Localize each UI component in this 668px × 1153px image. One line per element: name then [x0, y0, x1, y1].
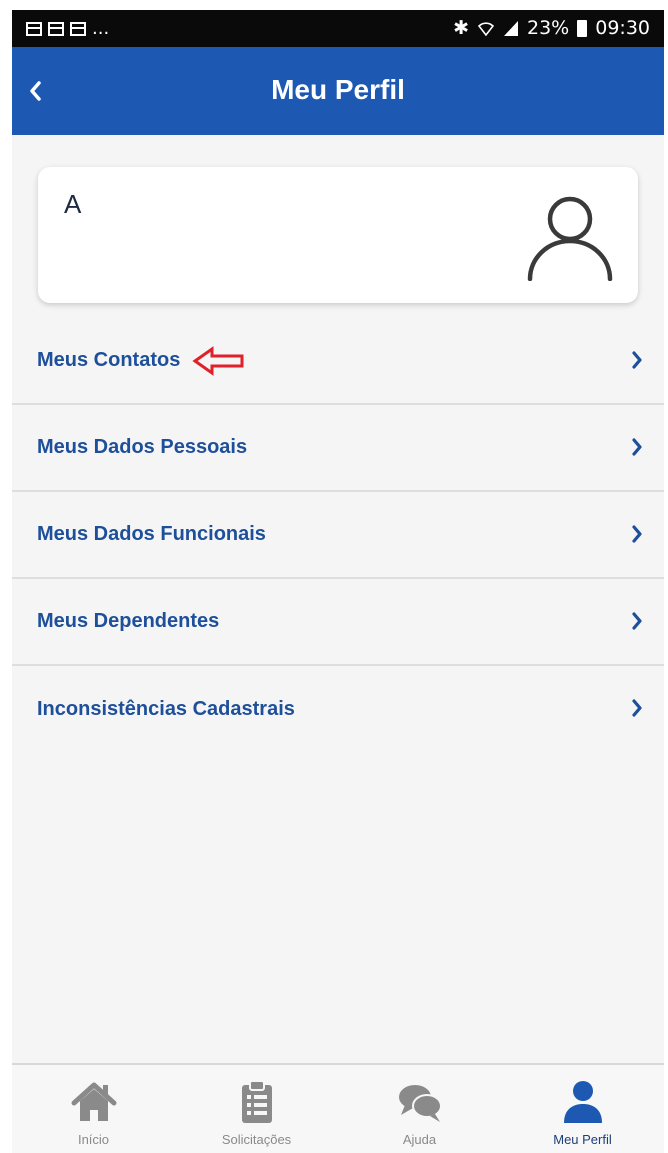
profile-menu: Meus Contatos Meus Dados Pessoais Meus D… — [12, 318, 664, 753]
tab-solicitacoes[interactable]: Solicitações — [175, 1065, 338, 1153]
page-title: Meu Perfil — [271, 74, 405, 105]
tab-label: Solicitações — [221, 1132, 292, 1147]
notification-icon — [48, 21, 64, 36]
red-arrow-annotation-icon — [192, 345, 244, 376]
tab-ajuda[interactable]: Ajuda — [338, 1065, 501, 1153]
menu-item-label: Inconsistências Cadastrais — [37, 698, 295, 720]
profile-name: A — [64, 189, 82, 219]
tab-meu-perfil[interactable]: Meu Perfil — [501, 1065, 664, 1153]
notification-icon — [26, 21, 42, 36]
chevron-right-icon — [632, 351, 642, 369]
battery-icon — [577, 19, 588, 37]
menu-item-label: Meus Contatos — [37, 349, 181, 371]
bluetooth-icon: ✱ — [453, 17, 469, 39]
tab-inicio[interactable]: Início — [12, 1065, 175, 1153]
menu-item-meus-dependentes[interactable]: Meus Dependentes — [12, 579, 664, 666]
menu-item-meus-dados-funcionais[interactable]: Meus Dados Funcionais — [12, 492, 664, 579]
tab-label: Início — [77, 1132, 110, 1147]
app-header: Meu Perfil — [12, 47, 664, 135]
status-bar: ... ✱ 23% 09:30 — [12, 10, 664, 47]
menu-item-label: Meus Dados Funcionais — [37, 523, 266, 545]
clock: 09:30 — [595, 17, 650, 39]
menu-item-meus-contatos[interactable]: Meus Contatos — [12, 318, 664, 405]
menu-item-inconsistencias-cadastrais[interactable]: Inconsistências Cadastrais — [12, 666, 664, 753]
chevron-right-icon — [632, 699, 642, 717]
chevron-right-icon — [632, 438, 642, 456]
menu-item-meus-dados-pessoais[interactable]: Meus Dados Pessoais — [12, 405, 664, 492]
menu-item-label: Meus Dados Pessoais — [37, 436, 248, 458]
chevron-right-icon — [632, 612, 642, 630]
user-avatar-icon — [527, 196, 613, 281]
chevron-right-icon — [632, 525, 642, 543]
tab-label: Ajuda — [402, 1132, 437, 1147]
menu-item-label: Meus Dependentes — [37, 610, 220, 632]
phone-screen: ... ✱ 23% 09:30 Meu Perfil A Meus Contat… — [12, 10, 664, 1153]
status-indicators: ✱ 23% 09:30 — [453, 17, 650, 39]
signal-icon — [504, 21, 518, 36]
user-icon — [563, 1081, 602, 1123]
tab-label: Meu Perfil — [553, 1132, 612, 1147]
notification-icons: ... — [26, 18, 109, 39]
clipboard-list-icon — [241, 1080, 272, 1123]
more-notifications-text: ... — [92, 18, 110, 39]
notification-icon — [70, 21, 86, 36]
battery-percent: 23% — [527, 17, 570, 39]
wifi-icon — [477, 22, 495, 37]
home-icon — [71, 1082, 116, 1121]
chat-bubbles-icon — [398, 1085, 442, 1122]
profile-card: A — [38, 167, 638, 303]
bottom-tab-bar: Início Solicitações Ajuda Meu Perfil — [12, 1063, 664, 1153]
